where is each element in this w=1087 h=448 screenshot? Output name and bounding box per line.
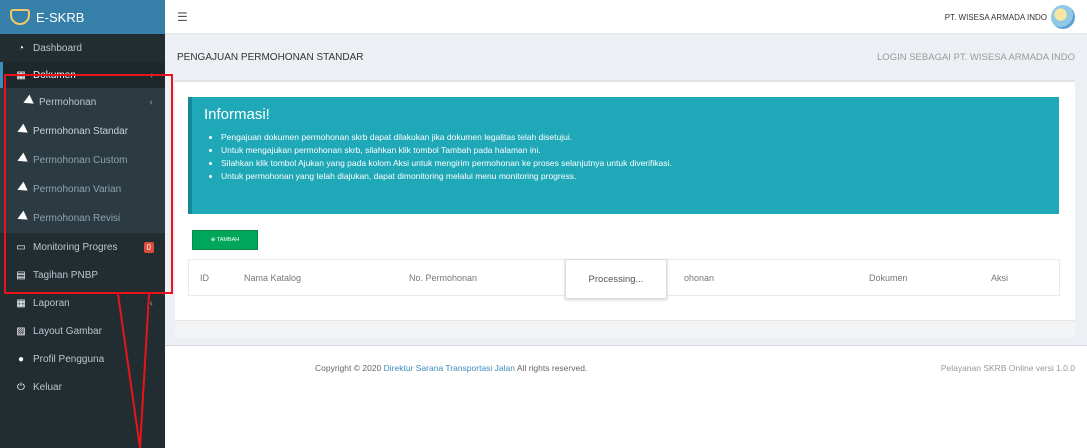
column-header-no-permohonan[interactable]: No. Permohonan (409, 260, 477, 297)
column-header-aksi[interactable]: Aksi (991, 260, 1008, 297)
chevron-left-icon: ‹ (149, 297, 153, 309)
avatar (1051, 5, 1075, 29)
column-header-nama-katalog[interactable]: Nama Katalog (244, 260, 301, 297)
grid-icon: ▦ (16, 297, 26, 309)
sidebar-item-layout-gambar[interactable]: ▨ Layout Gambar (0, 317, 165, 345)
login-info: LOGIN SEBAGAI PT. WISESA ARMADA INDO (877, 52, 1075, 63)
copyright-prefix: Copyright © 2020 (315, 363, 382, 373)
column-header-permohonan[interactable]: ohonan (684, 260, 714, 297)
info-item: Pengajuan dokumen permohonan skrb dapat … (221, 131, 1047, 144)
version-text: Pelayanan SKRB Online versi 1.0.0 (940, 363, 1075, 373)
power-icon: ⏻ (17, 381, 25, 393)
sidebar-item-label: Dashboard (33, 42, 82, 54)
main-box: Informasi! Pengajuan dokumen permohonan … (175, 80, 1075, 337)
sidebar-item-profil-pengguna[interactable]: ● Profil Pengguna (0, 345, 165, 373)
topbar: ☰ PT. WISESA ARMADA INDO (165, 0, 1087, 34)
sidebar-item-label: Keluar (33, 381, 62, 393)
box-footer (175, 320, 1075, 337)
logo-icon (10, 9, 30, 25)
user-name: PT. WISESA ARMADA INDO (944, 12, 1047, 22)
info-item: Silahkan klik tombol Ajukan yang pada ko… (221, 157, 1047, 170)
image-icon: ▨ (16, 325, 26, 337)
copyright: Copyright © 2020 Direktur Sarana Transpo… (315, 363, 587, 373)
info-callout: Informasi! Pengajuan dokumen permohonan … (188, 97, 1059, 214)
user-menu[interactable]: PT. WISESA ARMADA INDO (945, 5, 1075, 29)
brand-name: E-SKRB (36, 9, 85, 25)
copyright-suffix: All rights reserved. (516, 363, 588, 373)
tachometer-icon: ◔ (17, 42, 25, 54)
sidebar-item-keluar[interactable]: ⏻ Keluar (0, 373, 165, 401)
tambah-button[interactable]: ⊕ TAMBAH (192, 230, 258, 250)
info-item: Untuk mengajukan permohonan skrb, silahk… (221, 144, 1047, 157)
sidebar-item-label: Laporan (33, 297, 70, 309)
page-title: PENGAJUAN PERMOHONAN STANDAR (177, 52, 364, 63)
hamburger-menu-icon[interactable]: ☰ (177, 10, 188, 24)
annotation-highlight-box (4, 74, 173, 294)
content-header: PENGAJUAN PERMOHONAN STANDAR LOGIN SEBAG… (165, 34, 1087, 84)
sidebar-item-label: Layout Gambar (33, 325, 102, 337)
info-title: Informasi! (204, 106, 270, 123)
brand-logo[interactable]: E-SKRB (0, 0, 165, 34)
page-footer: Copyright © 2020 Direktur Sarana Transpo… (165, 345, 1087, 448)
column-header-id[interactable]: ID (200, 260, 209, 297)
info-list: Pengajuan dokumen permohonan skrb dapat … (204, 131, 1047, 183)
copyright-link[interactable]: Direktur Sarana Transportasi Jalan (384, 363, 515, 373)
sidebar-item-dashboard[interactable]: ◔ Dashboard (0, 34, 165, 62)
column-header-dokumen[interactable]: Dokumen (869, 260, 908, 297)
processing-indicator: Processing... (565, 259, 667, 299)
user-icon: ● (17, 353, 25, 365)
sidebar-item-label: Profil Pengguna (33, 353, 105, 365)
info-item: Untuk permohonan yang telah diajukan, da… (221, 170, 1047, 183)
